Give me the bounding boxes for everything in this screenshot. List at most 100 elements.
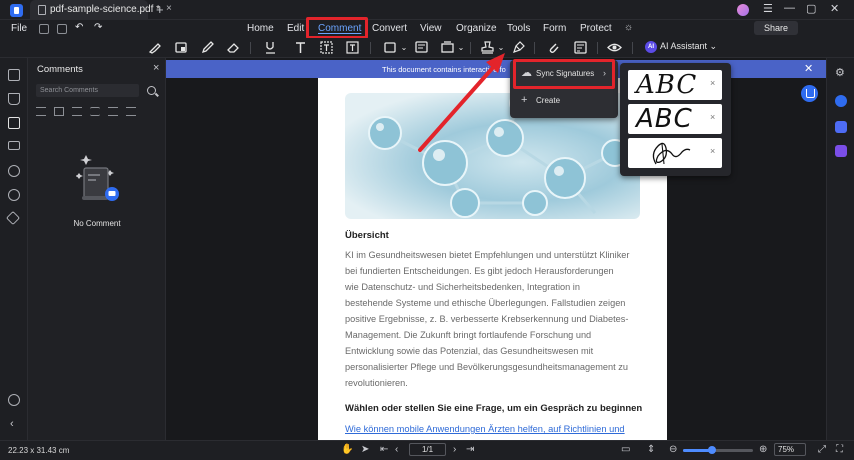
export-comments-icon[interactable] [126,107,136,116]
menu-home[interactable]: Home [247,23,274,34]
properties-icon[interactable]: ⚙ [835,66,845,79]
lightbulb-icon[interactable]: ☼ [624,22,633,33]
undo-icon[interactable]: ↶ [75,22,83,33]
remove-signature-button[interactable]: × [710,146,715,156]
typewriter-dropdown-icon[interactable]: ⌄ [453,40,469,55]
section-heading-2: Wählen oder stellen Sie eine Frage, um e… [345,403,643,414]
signature-text: ABC [636,70,698,100]
zoom-level-select[interactable]: 75% [774,443,806,456]
print-icon[interactable] [57,24,67,34]
window-options-icon[interactable]: ☰ [763,2,773,15]
minimize-button[interactable]: — [784,2,795,14]
collapse-all-icon[interactable] [108,107,118,116]
signature-item[interactable]: ABC × [628,70,722,100]
attachment-icon[interactable] [545,40,561,55]
ai-assistant-icon[interactable]: AI [645,41,657,53]
eraser-icon[interactable] [225,40,241,55]
select-tool-icon[interactable]: ➤ [361,444,369,455]
remove-signature-button[interactable]: × [710,112,715,122]
help-icon[interactable] [8,394,20,406]
last-page-icon[interactable]: ⇥ [466,444,474,455]
paragraph-line: Management. Die Zukunft bringt fortlaufe… [345,330,592,340]
comment-toolbar: ⌄ ⌄ ⌄ [0,38,854,58]
redo-icon[interactable]: ↷ [94,22,102,33]
page-layout-icon[interactable]: ▭ [621,444,630,455]
menu-edit[interactable]: Edit [287,23,304,34]
layers-icon[interactable] [8,141,20,150]
search-comments-input[interactable]: Search Comments [36,84,139,97]
proofread-icon[interactable] [835,145,847,157]
section-heading: Übersicht [345,230,389,241]
banner-close-button[interactable]: ✕ [804,62,813,75]
page-dimensions: 22.23 x 31.43 cm [8,446,70,455]
textbox-icon[interactable] [318,40,334,55]
paragraph-line: bei fundierten Entscheidungen. Es gibt j… [345,266,614,276]
menu-organize[interactable]: Organize [456,23,497,34]
underline-icon[interactable] [262,40,278,55]
prev-page-icon[interactable]: ‹ [395,444,398,455]
signature-pen-icon[interactable] [510,40,526,55]
maximize-button[interactable]: ▢ [806,2,816,15]
tab-close-button[interactable]: × [166,3,172,14]
ai-chat-icon[interactable] [835,95,847,107]
menu-view[interactable]: View [420,23,442,34]
document-tab[interactable]: pdf-sample-science.pdf * × [30,0,172,20]
fit-width-icon[interactable]: ⤢ [818,444,826,455]
document-page[interactable]: Übersicht KI im Gesundheitswesen bietet … [318,78,667,440]
tab-title: pdf-sample-science.pdf * [50,4,161,15]
eye-icon[interactable] [606,40,622,55]
pencil-icon[interactable] [199,40,215,55]
note-icon[interactable] [413,40,429,55]
stack-icon[interactable] [5,210,21,226]
fit-page-icon[interactable]: ⇕ [647,444,655,455]
search-icon[interactable] [8,189,20,201]
ai-assistant-button[interactable]: AI Assistant ⌄ [660,41,717,52]
translate-icon[interactable] [835,121,847,133]
text-callout-icon[interactable] [344,40,360,55]
signature-item[interactable]: × [628,138,722,168]
page-number-input[interactable]: 1/1 [409,443,446,456]
area-highlight-icon[interactable] [173,40,189,55]
menu-convert[interactable]: Convert [372,23,407,34]
new-tab-button[interactable]: + [156,2,164,17]
stamp-dropdown-icon[interactable]: ⌄ [493,40,509,55]
expand-all-icon[interactable] [90,107,100,116]
user-avatar[interactable] [737,4,749,16]
filter-author-icon[interactable] [72,107,82,116]
empty-comments-icon [76,155,119,201]
left-sidebar-rail: ‹ [0,58,28,440]
attachment-icon[interactable] [8,165,20,177]
comments-icon[interactable] [8,117,20,129]
sort-icon[interactable] [36,107,46,116]
comment-list-icon[interactable] [572,40,588,55]
remove-signature-button[interactable]: × [710,78,715,88]
highlight-icon[interactable] [146,40,162,55]
menu-tools[interactable]: Tools [507,23,530,34]
next-page-icon[interactable]: › [453,444,456,455]
zoom-in-icon[interactable]: ⊕ [759,444,767,455]
question-link[interactable]: Wie können mobile Anwendungen Ärzten hel… [345,424,625,434]
hand-tool-icon[interactable]: ✋ [341,444,353,455]
toolbar-separator [470,42,471,54]
close-window-button[interactable]: ✕ [830,2,839,15]
paragraph-line: positive Ergebnisse, z. B. verbesserte K… [345,314,629,324]
collapse-left-icon[interactable]: ‹ [10,418,14,430]
zoom-out-icon[interactable]: ⊖ [669,444,677,455]
download-fab-icon[interactable] [801,85,818,102]
first-page-icon[interactable]: ⇤ [380,444,388,455]
filter-type-icon[interactable] [54,107,64,116]
search-icon[interactable] [147,86,156,95]
menu-protect[interactable]: Protect [580,23,612,34]
panel-close-button[interactable]: × [153,62,159,74]
menu-file[interactable]: File [11,23,27,34]
shape-dropdown-icon[interactable]: ⌄ [396,40,412,55]
menu-form[interactable]: Form [543,23,566,34]
save-icon[interactable] [39,24,49,34]
create-signature-item[interactable]: + Create [510,90,618,112]
share-button[interactable]: Share [754,21,798,35]
signature-item[interactable]: ABC × [628,104,722,134]
text-icon[interactable] [292,40,308,55]
bookmark-icon[interactable] [8,93,20,105]
fullscreen-icon[interactable]: ⛶ [836,444,843,455]
thumbnails-icon[interactable] [8,69,20,81]
